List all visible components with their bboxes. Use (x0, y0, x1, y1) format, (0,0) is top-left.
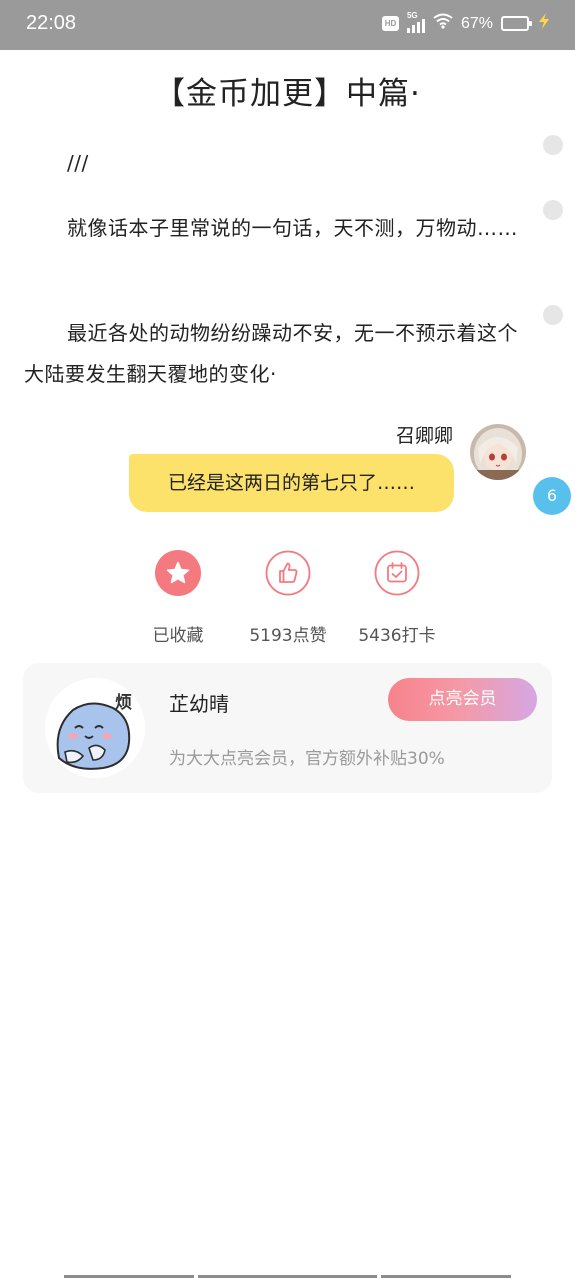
speaker-avatar[interactable] (470, 424, 526, 480)
member-card: 烦 芷幼晴 为大大点亮会员，官方额外补贴30% 点亮会员 (23, 663, 552, 793)
speaker-name: 召卿卿 (395, 425, 453, 447)
status-icons: HD 5G 67% (381, 11, 551, 34)
gesture-bar[interactable] (198, 1275, 377, 1278)
paragraph-comment-dot[interactable] (543, 135, 563, 155)
favorite-label: 已收藏 (152, 626, 204, 646)
paragraph-comment-dot[interactable] (543, 305, 563, 325)
dialogue-bubble[interactable]: 已经是这两日的第七只了…… (129, 454, 454, 512)
wifi-icon (433, 13, 453, 34)
calendar-check-icon (374, 550, 420, 596)
status-bar: 22:08 HD 5G 67% (0, 0, 575, 50)
battery-icon (501, 16, 532, 31)
thumbs-up-icon (265, 550, 311, 596)
checkin-count: 5436打卡 (358, 626, 436, 646)
member-description: 为大大点亮会员，官方额外补贴30% (169, 749, 445, 769)
network-type: 5G (406, 10, 418, 20)
activate-member-button[interactable]: 点亮会员 (388, 678, 537, 721)
paragraph[interactable]: 最近各处的动物纷纷躁动不安，无一不预示着这个大陆要发生翻天覆地的变化· (24, 313, 524, 395)
paragraph[interactable]: 就像话本子里常说的一句话，天不测，万物动…… (24, 208, 524, 249)
like-button[interactable]: 5193点赞 (233, 550, 343, 646)
status-time: 22:08 (26, 12, 77, 34)
like-count: 5193点赞 (249, 626, 327, 646)
sticker-text: 烦 (115, 693, 132, 713)
paragraph-comment-dot[interactable] (543, 200, 563, 220)
favorite-button[interactable]: 已收藏 (123, 550, 233, 646)
checkin-button[interactable]: 5436打卡 (342, 550, 452, 646)
gesture-bar[interactable] (381, 1275, 511, 1278)
signal-icon: 5G (406, 11, 425, 33)
charging-icon (537, 13, 551, 34)
battery-percent: 67% (460, 14, 493, 32)
hd-icon: HD (381, 16, 399, 31)
member-name[interactable]: 芷幼晴 (169, 688, 229, 717)
gesture-bar[interactable] (64, 1275, 194, 1278)
star-icon (155, 550, 201, 596)
comment-count-badge[interactable]: 6 (533, 477, 571, 515)
chapter-title: 【金币加更】中篇· (154, 76, 421, 112)
paragraph[interactable]: /// (24, 143, 524, 184)
member-avatar[interactable]: 烦 (45, 678, 145, 778)
